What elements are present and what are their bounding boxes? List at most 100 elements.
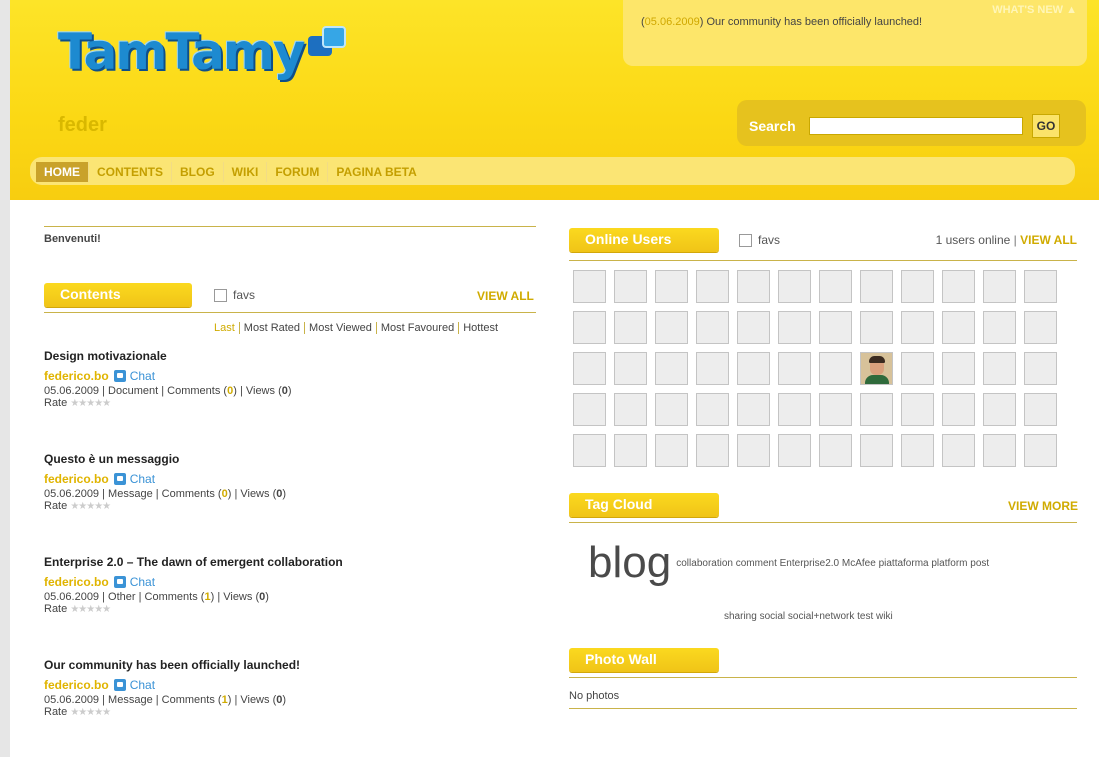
sort-most-favoured[interactable]: Most Favoured xyxy=(375,322,458,334)
chat-link[interactable]: Chat xyxy=(130,472,155,486)
nav-contents[interactable]: CONTENTS xyxy=(88,162,171,182)
chat-link[interactable]: Chat xyxy=(130,369,155,383)
content-item: Questo è un messaggio federico.bo Chat 05… xyxy=(44,452,524,512)
tag-cloud-view-more-link[interactable]: VIEW MORE xyxy=(1008,499,1078,513)
user-slot xyxy=(655,393,688,426)
user-slot xyxy=(860,270,893,303)
users-online-count: 1 users online xyxy=(935,233,1011,247)
user-slot xyxy=(942,311,975,344)
online-users-view-all-link[interactable]: VIEW ALL xyxy=(1020,233,1077,247)
search-go-button[interactable]: GO xyxy=(1032,114,1060,138)
author-link[interactable]: federico.bo xyxy=(44,369,109,383)
sort-last[interactable]: Last xyxy=(210,322,239,334)
user-slot xyxy=(983,393,1016,426)
user-slot xyxy=(942,352,975,385)
user-slot xyxy=(778,434,811,467)
user-slot xyxy=(614,311,647,344)
tag-link[interactable]: blog xyxy=(588,538,671,587)
content-title[interactable]: Questo è un messaggio xyxy=(44,452,524,466)
online-users-favs-label: favs xyxy=(758,233,781,247)
user-slot xyxy=(860,311,893,344)
nav-blog[interactable]: BLOG xyxy=(171,162,223,182)
rate-label: Rate xyxy=(44,397,68,409)
comments-count[interactable]: 1 xyxy=(204,591,210,603)
content-item: Enterprise 2.0 – The dawn of emergent co… xyxy=(44,555,524,615)
user-slot xyxy=(901,434,934,467)
chat-icon[interactable] xyxy=(113,576,126,588)
chat-link[interactable]: Chat xyxy=(130,575,155,589)
news-item[interactable]: (05.06.2009) Our community has been offi… xyxy=(641,16,922,28)
rating-stars[interactable]: ★★★★★ xyxy=(70,604,111,615)
views-label: Views xyxy=(240,488,270,500)
chat-link[interactable]: Chat xyxy=(130,678,155,692)
rate-label: Rate xyxy=(44,500,68,512)
main-nav: HOME CONTENTS BLOG WIKI FORUM PAGINA BET… xyxy=(36,162,425,182)
author-link[interactable]: federico.bo xyxy=(44,678,109,692)
user-slot xyxy=(942,393,975,426)
user-slot xyxy=(573,270,606,303)
content-title[interactable]: Enterprise 2.0 – The dawn of emergent co… xyxy=(44,555,524,569)
nav-home[interactable]: HOME xyxy=(36,162,88,182)
comments-count[interactable]: 0 xyxy=(222,488,228,500)
nav-forum[interactable]: FORUM xyxy=(266,162,327,182)
rate-label: Rate xyxy=(44,603,68,615)
user-slot xyxy=(573,393,606,426)
content-date: 05.06.2009 xyxy=(44,694,100,706)
comments-label: Comments xyxy=(144,591,198,603)
tag-links-line[interactable]: sharing social social+network test wiki xyxy=(724,611,893,622)
contents-favs-checkbox[interactable] xyxy=(214,289,227,302)
logo[interactable]: TamTamy xyxy=(58,22,348,92)
contents-view-all-link[interactable]: VIEW ALL xyxy=(477,289,534,303)
whats-new-toggle[interactable]: WHAT'S NEW ▲ xyxy=(992,4,1077,16)
rating-stars[interactable]: ★★★★★ xyxy=(70,707,111,718)
user-slot xyxy=(1024,434,1057,467)
user-slot xyxy=(737,311,770,344)
views-count: 0 xyxy=(276,488,283,500)
views-label: Views xyxy=(245,385,276,397)
search-input[interactable] xyxy=(809,117,1023,135)
author-link[interactable]: federico.bo xyxy=(44,575,109,589)
nav-pagina-beta[interactable]: PAGINA BETA xyxy=(327,162,424,182)
user-slot xyxy=(1024,270,1057,303)
comments-count[interactable]: 0 xyxy=(227,385,233,397)
user-slot xyxy=(696,393,729,426)
divider xyxy=(44,226,536,227)
chat-icon[interactable] xyxy=(113,473,126,485)
photo-wall-section-title: Photo Wall xyxy=(569,648,719,672)
user-slot xyxy=(983,352,1016,385)
welcome-text: Benvenuti! xyxy=(44,233,101,245)
sort-hottest[interactable]: Hottest xyxy=(458,322,502,334)
rating-stars[interactable]: ★★★★★ xyxy=(70,501,111,512)
content-type: Document xyxy=(108,385,159,397)
user-slot xyxy=(696,270,729,303)
tag-links-line[interactable]: collaboration comment Enterprise2.0 McAf… xyxy=(676,558,989,569)
chat-icon[interactable] xyxy=(113,370,126,382)
contents-section-title: Contents xyxy=(44,283,192,307)
online-users-favs-checkbox[interactable] xyxy=(739,234,752,247)
user-slot xyxy=(655,270,688,303)
content-type: Message xyxy=(108,488,153,500)
rating-stars[interactable]: ★★★★★ xyxy=(70,398,111,409)
user-slot xyxy=(1024,393,1057,426)
tag-cloud: blog collaboration comment Enterprise2.0… xyxy=(588,538,1068,588)
sort-most-rated[interactable]: Most Rated xyxy=(238,322,304,334)
user-slot xyxy=(942,434,975,467)
user-avatar[interactable] xyxy=(860,352,893,385)
divider xyxy=(44,312,536,313)
author-link[interactable]: federico.bo xyxy=(44,472,109,486)
sort-most-viewed[interactable]: Most Viewed xyxy=(304,322,376,334)
rate-label: Rate xyxy=(44,706,68,718)
user-slot xyxy=(737,352,770,385)
user-slot xyxy=(860,393,893,426)
user-slot xyxy=(901,311,934,344)
chat-icon[interactable] xyxy=(113,679,126,691)
chat-bubble-icon xyxy=(307,26,348,62)
content-title[interactable]: Our community has been officially launch… xyxy=(44,658,524,672)
sort-links: Last Most Rated Most Viewed Most Favoure… xyxy=(210,322,502,334)
views-label: Views xyxy=(223,591,253,603)
user-slot xyxy=(573,434,606,467)
nav-wiki[interactable]: WIKI xyxy=(222,162,267,182)
comments-count[interactable]: 1 xyxy=(222,694,228,706)
content-title[interactable]: Design motivazionale xyxy=(44,349,524,363)
user-slot xyxy=(778,270,811,303)
